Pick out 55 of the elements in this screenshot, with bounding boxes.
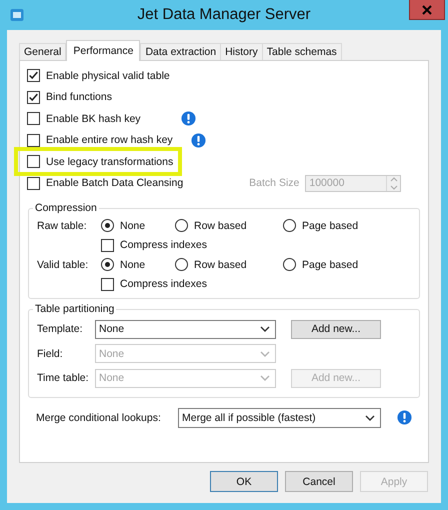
checkbox[interactable] [101, 238, 114, 252]
group-title: Table partitioning [34, 303, 116, 315]
checkbox-label: Compress indexes [120, 278, 207, 290]
radio-label: Row based [194, 220, 247, 232]
radio-button[interactable] [283, 258, 296, 272]
close-icon [422, 4, 432, 14]
checkbox-label: Enable physical valid table [46, 70, 170, 82]
window-title: Jet Data Manager Server [137, 6, 311, 24]
chevron-down-icon [365, 414, 375, 420]
dialog-button[interactable]: Cancel [285, 471, 353, 492]
field-label: Field: [37, 348, 64, 360]
checkbox-label: Compress indexes [120, 239, 207, 252]
radio-label: Row based [194, 258, 247, 271]
radio-label: Page based [302, 220, 358, 232]
checkbox-label: Bind functions [46, 91, 112, 104]
radio-button[interactable] [283, 219, 296, 232]
field-label: Raw table: [37, 220, 88, 232]
checkbox-label: Enable Batch Data Cleansing [46, 177, 184, 190]
checkbox[interactable] [27, 69, 40, 82]
checkbox-label: Enable entire row hash key [46, 134, 173, 146]
field-label: Merge conditional lookups: [36, 412, 162, 424]
tab[interactable]: Performance [66, 40, 140, 61]
close-button[interactable] [409, 0, 445, 20]
batch-size-label: Batch Size [249, 177, 300, 190]
radio-button[interactable] [175, 219, 188, 232]
group-title: Compression [34, 202, 98, 214]
field-label: Time table: [37, 372, 90, 384]
radio-label: Page based [302, 258, 358, 271]
tab[interactable]: General [19, 43, 66, 60]
dropdown[interactable]: Merge all if possible (fastest) [178, 408, 381, 428]
field-label: Template: [37, 323, 84, 336]
checkbox-label: Enable BK hash key [46, 112, 141, 125]
tab[interactable]: Data extraction [140, 43, 222, 60]
checkbox-label: Use legacy transformations [46, 156, 174, 168]
tab[interactable]: History [220, 43, 263, 60]
radio-button[interactable] [101, 258, 114, 272]
checkbox[interactable] [27, 90, 40, 104]
dialog-button[interactable]: OK [210, 471, 278, 492]
checkbox[interactable] [27, 112, 40, 126]
radio-label: None [120, 258, 146, 271]
chevron-down-icon [260, 350, 270, 357]
checkbox[interactable] [27, 134, 40, 147]
radio-label: None [120, 220, 146, 232]
app-icon [10, 8, 24, 22]
radio-button[interactable] [175, 258, 188, 272]
add-new-button[interactable]: Add new... [291, 320, 381, 339]
checkbox[interactable] [27, 155, 40, 168]
chevron-down-icon [260, 326, 270, 332]
chevron-down-icon [260, 375, 270, 382]
dropdown[interactable]: None [95, 320, 276, 339]
radio-button[interactable] [101, 219, 114, 232]
field-label: Valid table: [37, 258, 90, 271]
checkbox[interactable] [27, 176, 40, 190]
checkbox[interactable] [101, 278, 114, 291]
tab[interactable]: Table schemas [262, 43, 342, 60]
